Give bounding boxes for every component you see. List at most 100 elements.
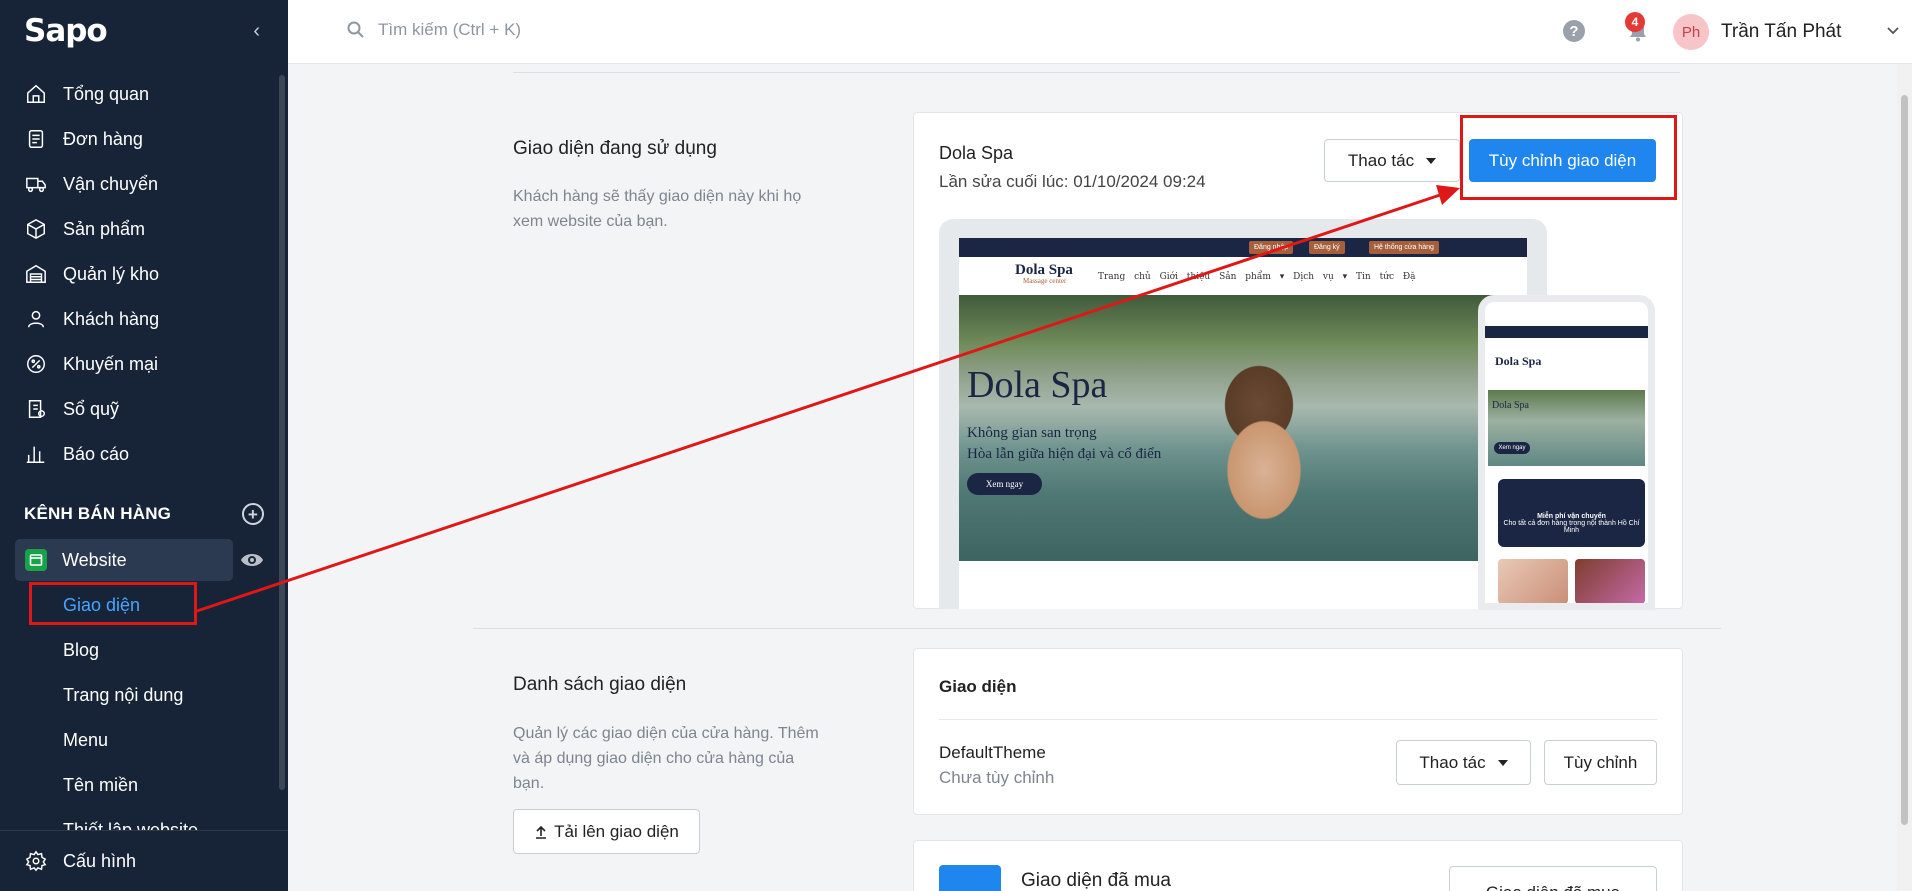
phone-hero-button: Xem ngay: [1494, 442, 1530, 454]
nav-label: Tổng quan: [63, 83, 150, 104]
nav-label: Khuyến mại: [63, 353, 159, 374]
nav-label: Báo cáo: [63, 443, 130, 464]
button-label: Giao diện đã mua: [1486, 883, 1620, 891]
caret-down-icon: [1497, 759, 1508, 766]
caret-down-icon: [1426, 157, 1437, 164]
search-input[interactable]: Tìm kiếm (Ctrl + K): [378, 20, 521, 40]
search-bar[interactable]: Tìm kiếm (Ctrl + K): [346, 20, 521, 40]
last-edited-text: Lần sửa cuối lúc: 01/10/2024 09:24: [939, 172, 1206, 191]
purchased-themes-title: Giao diện đã mua: [1021, 870, 1171, 891]
nav-label: Quản lý kho: [63, 263, 160, 284]
nav-san-pham[interactable]: Sản phẩm: [0, 207, 270, 251]
nav-van-chuyen[interactable]: Vận chuyển: [0, 162, 270, 206]
nav-label: Sản phẩm: [63, 218, 146, 239]
default-theme-name: DefaultTheme: [939, 743, 1046, 762]
description-line: và áp dụng giao diện cho cửa hàng của: [513, 750, 795, 767]
current-theme-description: Khách hàng sẽ thấy giao diện này khi họ …: [513, 184, 801, 234]
nav-tong-quan[interactable]: Tổng quan: [0, 72, 270, 116]
button-label: Thao tác: [1347, 150, 1415, 170]
sidebar-footer: Cấu hình: [0, 830, 288, 891]
card-divider: [939, 719, 1657, 720]
theme-list-card-title: Giao diện: [939, 677, 1017, 696]
sub-nav-trang-noi-dung[interactable]: Trang nội dung: [63, 685, 183, 706]
nav-cau-hinh[interactable]: Cấu hình: [0, 839, 270, 883]
mobile-preview[interactable]: Dola Spa Dola Spa Xem ngay Miễn phí vận …: [1478, 295, 1655, 610]
theme-list-title: Danh sách giao diện: [513, 674, 687, 695]
sub-nav-blog[interactable]: Blog: [63, 640, 99, 661]
add-channel-icon[interactable]: +: [242, 503, 264, 525]
warehouse-icon: [24, 262, 48, 286]
annotation-box-giao-dien: [29, 582, 197, 625]
page-scrollbar-thumb[interactable]: [1901, 95, 1908, 825]
phone-image-2: [1575, 559, 1645, 603]
desktop-preview[interactable]: Đăng nhập Đăng ký Hệ thống cửa hàng Dola…: [939, 219, 1547, 609]
user-icon: [24, 307, 48, 331]
collapse-sidebar-icon[interactable]: ‹: [253, 20, 260, 43]
hero-line: Không gian san trọng: [967, 425, 1097, 441]
theme-list-description: Quản lý các giao diện của cửa hàng. Thêm…: [513, 721, 819, 796]
preview-screen: Đăng nhập Đăng ký Hệ thống cửa hàng Dola…: [959, 238, 1527, 609]
order-icon: [24, 127, 48, 151]
default-theme-status: Chưa tùy chỉnh: [939, 768, 1055, 787]
default-theme-actions-button[interactable]: Thao tác: [1396, 740, 1531, 785]
nav-so-quy[interactable]: Sổ quỹ: [0, 387, 270, 431]
nav-quan-ly-kho[interactable]: Quản lý kho: [0, 252, 270, 296]
purchased-themes-button[interactable]: Giao diện đã mua: [1449, 866, 1657, 891]
default-theme-customize-button[interactable]: Tùy chỉnh: [1544, 740, 1657, 785]
user-name[interactable]: Trần Tấn Phát: [1721, 21, 1841, 43]
phone-hero: Dola Spa Xem ngay: [1488, 390, 1645, 466]
phone-image-1: [1498, 559, 1568, 603]
nav-khuyen-mai[interactable]: Khuyến mại: [0, 342, 270, 386]
avatar[interactable]: Ph: [1673, 14, 1709, 50]
nav-don-hang[interactable]: Đơn hàng: [0, 117, 270, 161]
current-theme-name: Dola Spa: [939, 143, 1014, 163]
phone-hero-title: Dola Spa: [1492, 400, 1529, 411]
search-icon: [347, 21, 364, 38]
nav-website[interactable]: Website: [15, 539, 233, 581]
description-line: Quản lý các giao diện của cửa hàng. Thêm: [513, 725, 819, 742]
home-icon: [24, 82, 48, 106]
preview-hero: Dola Spa Không gian san trọng Hòa lẫn gi…: [959, 295, 1527, 561]
chevron-down-icon[interactable]: [1886, 23, 1900, 41]
sidebar-scrollbar[interactable]: [279, 75, 285, 790]
purchased-theme-icon: [939, 865, 1001, 891]
description-line: xem website của bạn.: [513, 213, 668, 230]
preview-logo-text: Dola Spa: [1015, 262, 1073, 278]
nav-khach-hang[interactable]: Khách hàng: [0, 297, 270, 341]
actions-dropdown-button[interactable]: Thao tác: [1324, 139, 1460, 182]
chart-icon: [24, 442, 48, 466]
preview-nav: Dola Spa Massage center Trang chủ Giới t…: [959, 257, 1527, 295]
preview-menu: Trang chủ Giới thiệu Sản phẩm ▾ Dịch vụ …: [1098, 272, 1416, 282]
preview-stores-link: Hệ thống cửa hàng: [1369, 241, 1439, 254]
truck-icon: [24, 172, 48, 196]
button-label: Tùy chỉnh: [1563, 752, 1638, 772]
phone-card-title: Miễn phí vận chuyển: [1537, 513, 1606, 520]
preview-login-link: Đăng nhập: [1249, 241, 1294, 254]
phone-card-text: Cho tất cả đơn hàng trong nội thành Hồ C…: [1503, 520, 1640, 534]
preview-tagline: Massage center: [1023, 277, 1067, 285]
discount-icon: [24, 352, 48, 376]
preview-hero-subtitle: Không gian san trọng Hòa lẫn giữa hiện đ…: [967, 423, 1161, 465]
upload-theme-button[interactable]: Tải lên giao diện: [513, 809, 700, 854]
phone-top-strip: [1485, 326, 1648, 338]
top-bar: Tìm kiếm (Ctrl + K) ? 4 Ph Trần Tấn Phát: [288, 0, 1912, 64]
view-website-eye-icon[interactable]: [240, 549, 264, 576]
sidebar-header: Sapo ‹: [0, 0, 288, 62]
box-icon: [24, 217, 48, 241]
sub-nav-ten-mien[interactable]: Tên miền: [63, 775, 138, 796]
nav-label: Vận chuyển: [63, 173, 159, 194]
gear-icon: [24, 849, 48, 873]
upload-icon: [536, 825, 547, 839]
annotation-box-customize: [1460, 115, 1677, 200]
help-icon[interactable]: ?: [1563, 20, 1585, 42]
phone-logo: Dola Spa: [1495, 354, 1542, 368]
nav-bao-cao[interactable]: Báo cáo: [0, 432, 270, 476]
sapo-logo[interactable]: Sapo: [24, 13, 108, 49]
divider-middle: [473, 628, 1721, 629]
button-label: Thao tác: [1419, 752, 1486, 772]
sidebar: Sapo ‹ Tổng quan Đơn hàng Vận chuyển Sản…: [0, 0, 288, 891]
preview-logo: Dola Spa Massage center: [1015, 262, 1073, 285]
sub-nav-menu[interactable]: Menu: [63, 730, 108, 751]
button-label: Tải lên giao diện: [554, 821, 679, 841]
website-icon: [25, 549, 47, 571]
